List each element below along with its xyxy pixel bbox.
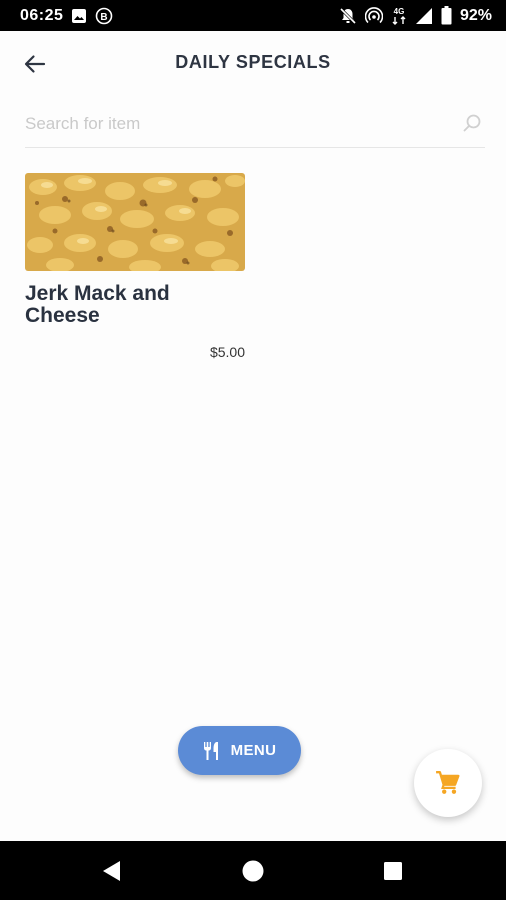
search-input[interactable] (25, 110, 445, 138)
notifications-off-icon (339, 7, 357, 25)
svg-text:B: B (101, 12, 108, 23)
battery-icon (441, 6, 452, 25)
menu-button-label: MENU (230, 742, 277, 759)
system-nav-bar (0, 841, 506, 900)
search-bar (25, 104, 485, 148)
item-price: $5.00 (209, 344, 245, 360)
battery-percentage: 92% (459, 6, 492, 24)
utensils-icon (203, 741, 218, 760)
nav-back-button[interactable] (96, 855, 128, 887)
status-bar-right: 4G 92% (339, 6, 492, 26)
status-bar: 06:25 B 4G 92% (0, 0, 506, 31)
list-item[interactable]: Jerk Mack and Cheese $5.00 (25, 173, 245, 360)
item-name: Jerk Mack and Cheese (25, 282, 170, 327)
hotspot-icon (364, 6, 383, 25)
back-triangle-icon (103, 861, 120, 881)
signal-icon (415, 7, 433, 25)
image-icon (71, 8, 87, 24)
menu-button[interactable]: MENU (178, 726, 301, 775)
search-icon[interactable] (461, 112, 483, 134)
network-label: 4G (394, 7, 405, 16)
page-title: DAILY SPECIALS (175, 52, 331, 72)
b-notification-icon: B (95, 7, 113, 25)
4g-data-icon: 4G (391, 6, 407, 26)
nav-home-button[interactable] (237, 855, 269, 887)
app-bar: DAILY SPECIALS (0, 31, 506, 95)
home-circle-icon (242, 860, 264, 882)
mac-and-cheese-photo (25, 173, 245, 271)
shopping-cart-icon (436, 770, 460, 794)
recents-square-icon (384, 862, 402, 880)
nav-recents-button[interactable] (377, 855, 409, 887)
status-bar-left: 06:25 B (20, 7, 113, 25)
status-time: 06:25 (20, 6, 64, 24)
cart-button[interactable] (414, 749, 482, 817)
